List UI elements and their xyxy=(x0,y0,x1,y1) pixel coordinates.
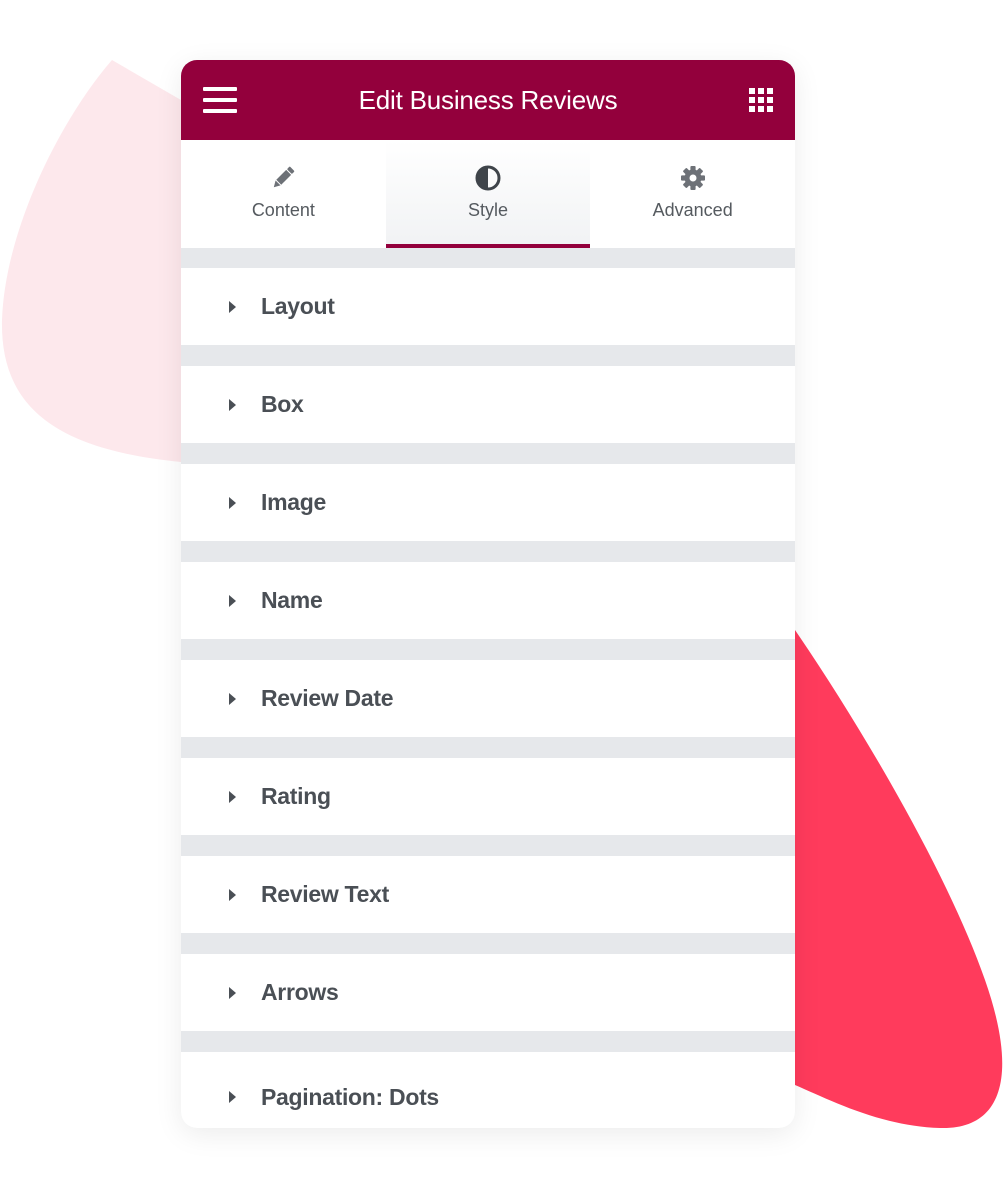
grid-apps-icon[interactable] xyxy=(749,88,773,112)
section-box[interactable]: Box xyxy=(181,366,795,443)
editor-panel: Edit Business Reviews Content Style Adva… xyxy=(181,60,795,1128)
hamburger-menu-icon[interactable] xyxy=(203,87,237,113)
section-label: Review Date xyxy=(261,685,394,711)
section-label: Name xyxy=(261,587,323,613)
section-pagination-dots[interactable]: Pagination: Dots xyxy=(181,1052,795,1128)
pink-blob-shape xyxy=(1,60,181,462)
section-label: Review Text xyxy=(261,881,389,907)
section-layout[interactable]: Layout xyxy=(181,268,795,345)
section-image[interactable]: Image xyxy=(181,464,795,541)
section-label: Layout xyxy=(261,293,335,319)
section-label: Image xyxy=(261,489,326,515)
style-sections-list: Layout Box Image Name Review Date Rating… xyxy=(181,248,795,1128)
tab-style-label: Style xyxy=(467,200,509,220)
section-label: Rating xyxy=(261,783,331,809)
section-arrows[interactable]: Arrows xyxy=(181,954,795,1031)
gear-icon xyxy=(680,166,705,190)
tab-advanced[interactable]: Advanced xyxy=(590,140,795,248)
tab-advanced-label: Advanced xyxy=(652,200,733,220)
caret-right-icon xyxy=(229,986,236,999)
caret-right-icon xyxy=(229,496,236,509)
section-label: Pagination: Dots xyxy=(261,1083,439,1110)
section-label: Arrows xyxy=(261,979,339,1005)
editor-tabs: Content Style Advanced xyxy=(181,140,795,248)
caret-right-icon xyxy=(229,594,236,607)
panel-title: Edit Business Reviews xyxy=(358,84,618,115)
caret-right-icon xyxy=(229,790,236,803)
section-name[interactable]: Name xyxy=(181,562,795,639)
caret-right-icon xyxy=(229,888,236,901)
section-rating[interactable]: Rating xyxy=(181,758,795,835)
tab-style[interactable]: Style xyxy=(385,140,591,248)
pencil-icon xyxy=(274,166,295,188)
panel-header: Edit Business Reviews xyxy=(181,60,795,140)
section-review-text[interactable]: Review Text xyxy=(181,856,795,933)
tab-content-label: Content xyxy=(251,200,315,220)
caret-right-icon xyxy=(229,692,236,705)
section-review-date[interactable]: Review Date xyxy=(181,660,795,737)
red-blob-shape xyxy=(795,630,1003,1129)
section-label: Box xyxy=(261,391,304,417)
tab-content[interactable]: Content xyxy=(181,140,386,248)
half-circle-contrast-icon xyxy=(475,165,501,191)
caret-right-icon xyxy=(229,398,236,411)
caret-right-icon xyxy=(229,1091,236,1103)
caret-right-icon xyxy=(229,300,236,313)
